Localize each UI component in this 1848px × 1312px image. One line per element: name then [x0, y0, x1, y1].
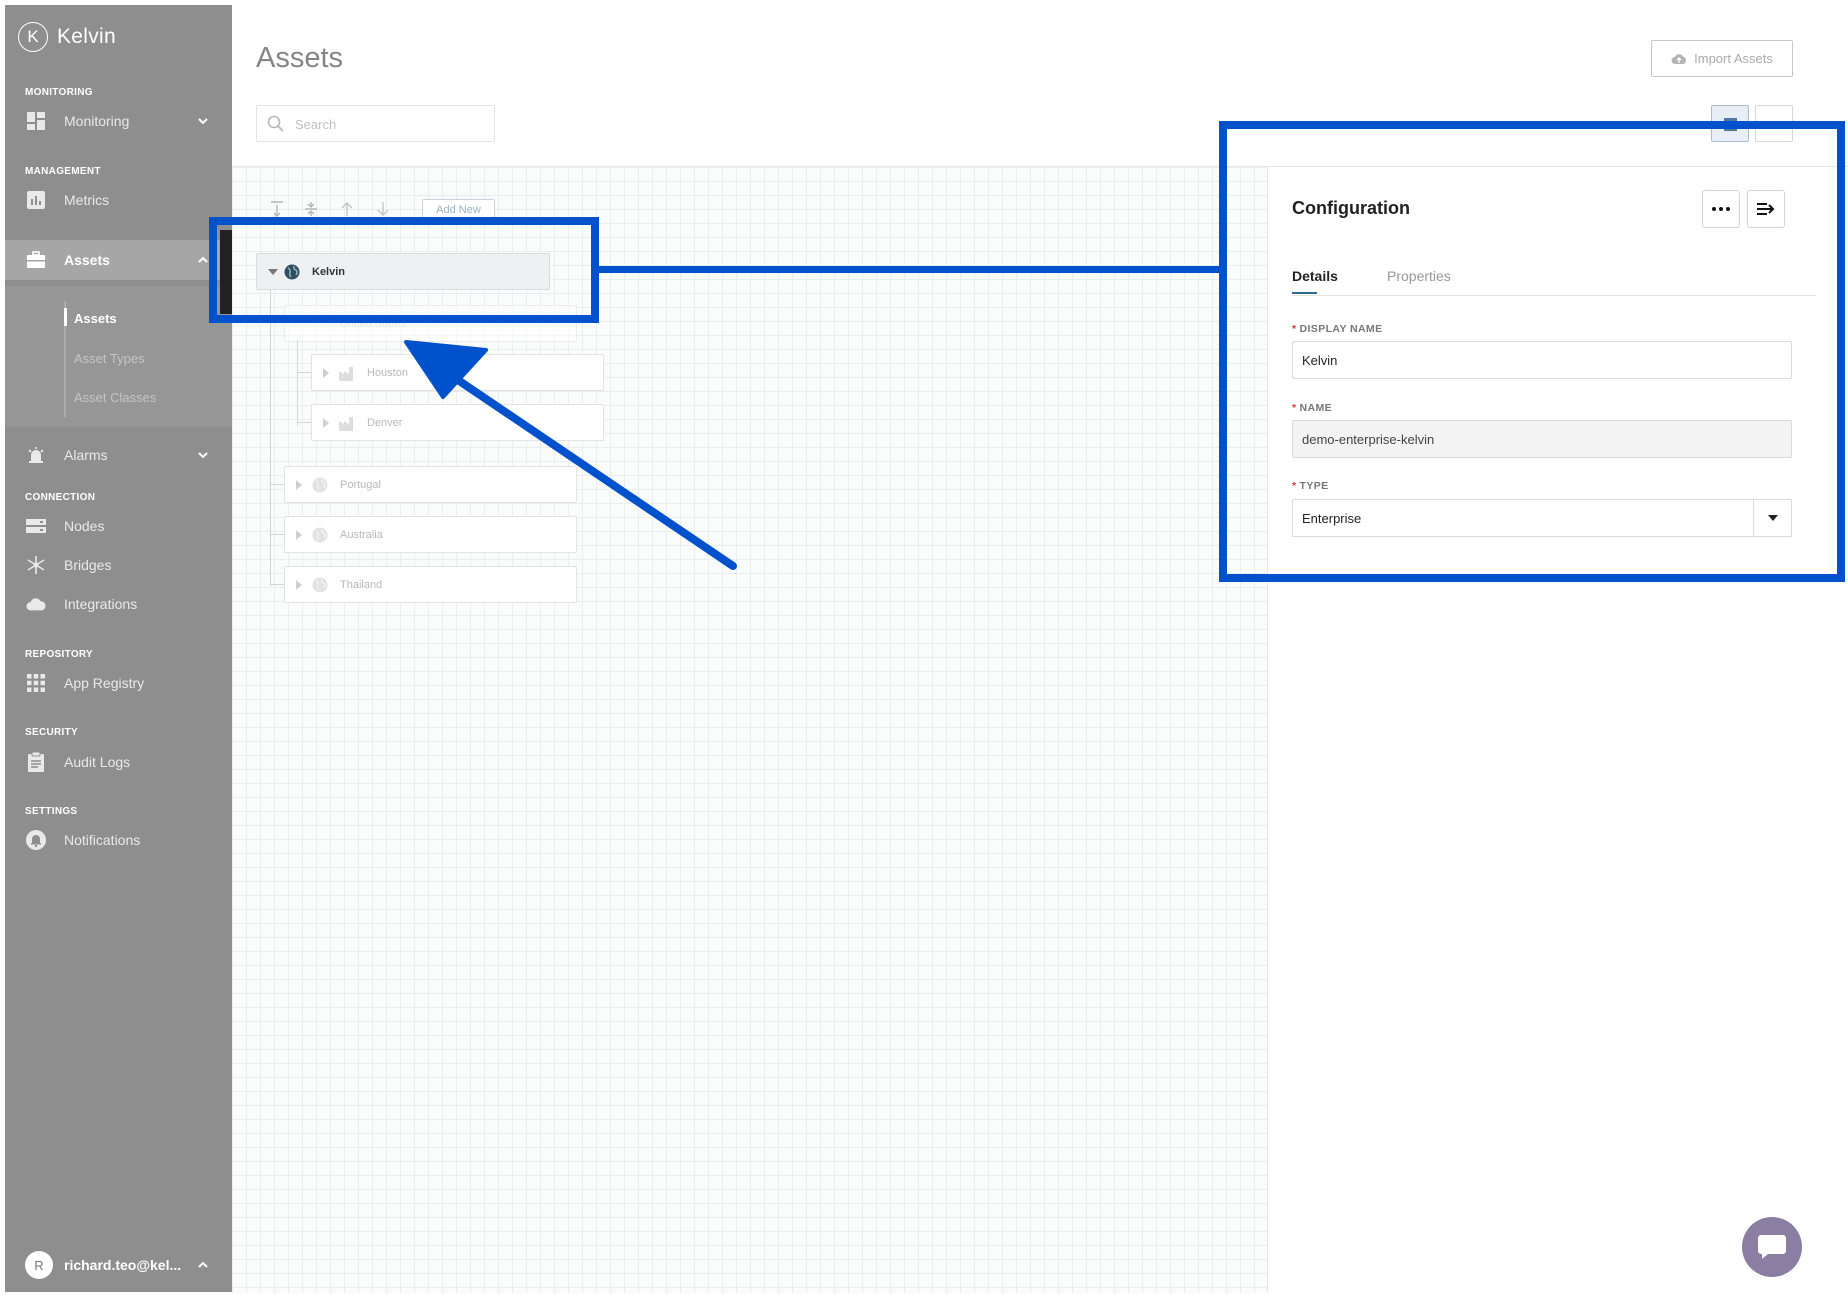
chat-bubble-icon [1758, 1235, 1786, 1259]
annotation-arrow [404, 340, 737, 570]
chat-button[interactable] [1742, 1217, 1802, 1277]
